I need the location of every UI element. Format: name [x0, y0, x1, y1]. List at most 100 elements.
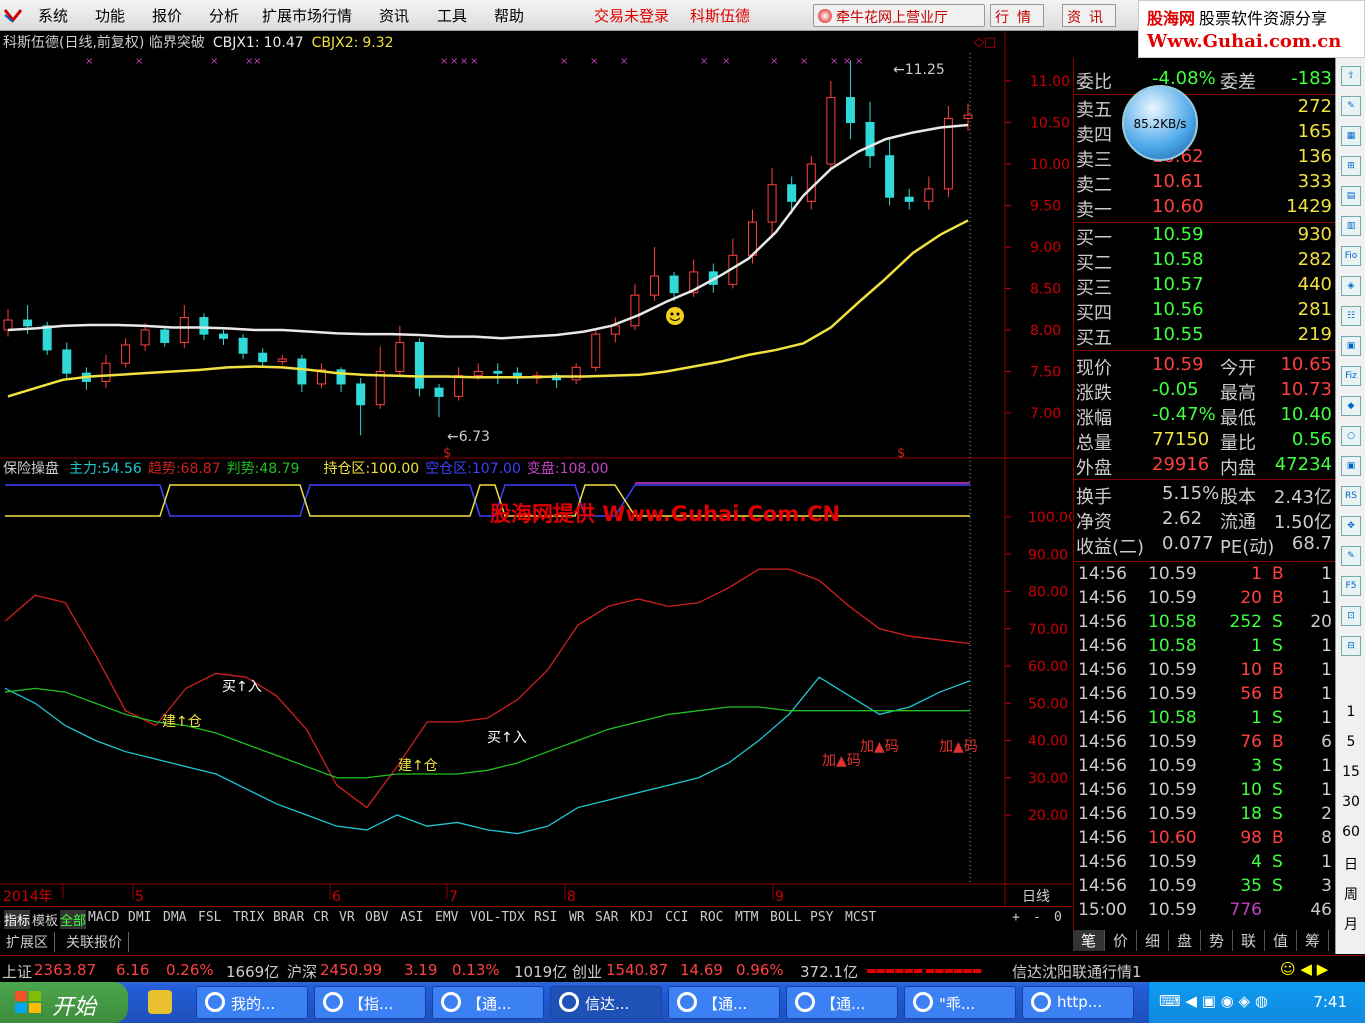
menu-news[interactable]: 资讯 [379, 5, 409, 26]
indicator-tab[interactable]: 全部 [60, 910, 87, 929]
server-name[interactable]: 信达沈阳联通行情1 [1012, 961, 1142, 982]
ask-row[interactable]: 卖五 272 [1074, 96, 1336, 121]
indicator-tab[interactable]: CCI [665, 910, 688, 925]
period-button[interactable]: 周 [1336, 884, 1365, 904]
indicator-tab[interactable]: VOL-TDX [470, 910, 525, 925]
tick-row[interactable]: 14:56 10.59 3 S 1 [1074, 756, 1336, 780]
stat-row[interactable]: 涨跌 -0.05 最高 10.73 [1074, 379, 1336, 404]
stat-row[interactable]: 净资 2.62 流通 1.50亿 [1074, 508, 1336, 533]
indicator-tab[interactable]: RSI [534, 910, 557, 925]
bid-row[interactable]: 买四 10.56 281 [1074, 299, 1336, 324]
stat-row[interactable]: 总量 77150 量比 0.56 [1074, 429, 1336, 454]
tick-row[interactable]: 14:56 10.58 1 S 1 [1074, 708, 1336, 732]
kline-chart-svg[interactable]: ◇□ 11.00 10.50 10.00 9.50 9.00 8.50 8.00 7.50 7.… [0, 31, 1072, 906]
toolbar-icon[interactable]: ▣ [1341, 336, 1361, 356]
bid-row[interactable]: 买二 10.58 282 [1074, 249, 1336, 274]
right-tab[interactable]: 势 [1201, 930, 1233, 951]
taskbar-item[interactable]: http... [1022, 986, 1134, 1019]
right-tab[interactable]: 细 [1137, 930, 1169, 951]
tick-row[interactable]: 14:56 10.60 98 B 8 [1074, 828, 1336, 852]
tick-row[interactable]: 14:56 10.59 20 B 1 [1074, 588, 1336, 612]
toolbar-icon[interactable]: ✥ [1341, 516, 1361, 536]
network-speed-ball[interactable]: 85.2KB/s [1122, 85, 1198, 161]
indicator-tab[interactable]: 模板 [32, 910, 58, 929]
stat-row[interactable]: 换手 5.15% 股本 2.43亿 [1074, 483, 1336, 508]
weibi-row[interactable]: 委比 -4.08% 委差 -183 [1074, 68, 1336, 93]
indicator-tab[interactable]: WR [569, 910, 585, 925]
toolbar-icon[interactable]: F5 [1341, 576, 1361, 596]
stat-row[interactable]: 外盘 29916 内盘 47234 [1074, 454, 1336, 479]
menu-ext-market[interactable]: 扩展市场行情 [262, 5, 352, 26]
indicator-tab[interactable]: BRAR [273, 910, 304, 925]
quote-button[interactable]: 行情 [990, 4, 1044, 27]
right-tab[interactable]: 价 [1105, 930, 1137, 951]
indicator-control-button[interactable]: - [1033, 910, 1041, 925]
indicator-tab[interactable]: OBV [365, 910, 388, 925]
indicator-tab[interactable]: TRIX [233, 910, 264, 925]
toolbar-icon[interactable]: ✎ [1341, 546, 1361, 566]
indicator-tab[interactable]: MACD [88, 910, 119, 925]
start-button[interactable]: 开始 [0, 982, 128, 1023]
menu-quote[interactable]: 报价 [152, 5, 182, 26]
tick-row[interactable]: 14:56 10.58 252 S 20 [1074, 612, 1336, 636]
menu-analysis[interactable]: 分析 [209, 5, 239, 26]
indicator-tab[interactable]: KDJ [630, 910, 653, 925]
toolbar-icon[interactable]: ⊡ [1341, 606, 1361, 626]
indicator-tab[interactable]: CR [313, 910, 329, 925]
toolbar-icon[interactable]: Fio [1341, 246, 1361, 266]
right-tab[interactable]: 盘 [1169, 930, 1201, 951]
ask-row[interactable]: 卖四 165 [1074, 121, 1336, 146]
toolbar-icon[interactable]: ⇧ [1341, 66, 1361, 86]
tab-ext-area[interactable]: 扩展区 [0, 932, 55, 952]
indicator-tab[interactable]: SAR [595, 910, 618, 925]
period-button[interactable]: 日 [1336, 854, 1365, 874]
indicator-tab[interactable]: PSY [810, 910, 833, 925]
broker-hall-button[interactable]: 牵牛花网上营业厅 [813, 4, 985, 27]
tick-row[interactable]: 14:56 10.58 1 S 1 [1074, 636, 1336, 660]
toolbar-icon[interactable]: ✎ [1341, 96, 1361, 116]
bid-row[interactable]: 买五 10.55 219 [1074, 324, 1336, 349]
stat-row[interactable]: 涨幅 -0.47% 最低 10.40 [1074, 404, 1336, 429]
tray-icons[interactable]: ⌨ ◀ ▣ ◉ ◈ ◍ [1159, 992, 1268, 1010]
period-button[interactable]: 15 [1336, 764, 1365, 780]
taskbar-item[interactable]: 【通... [786, 986, 898, 1019]
indicator-control-button[interactable]: 0 [1054, 910, 1062, 925]
toolbar-icon[interactable]: ◈ [1341, 276, 1361, 296]
indicator-tab[interactable]: FSL [198, 910, 221, 925]
ask-row[interactable]: 卖三10.62136 [1074, 146, 1336, 171]
tick-row[interactable]: 14:56 10.59 76 B 6 [1074, 732, 1336, 756]
sh-value[interactable]: 2363.87 [34, 961, 96, 979]
indicator-tab[interactable]: DMI [128, 910, 151, 925]
toolbar-icon[interactable]: ◆ [1341, 396, 1361, 416]
toolbar-icon[interactable]: ⊟ [1341, 636, 1361, 656]
toolbar-icon[interactable]: ⊞ [1341, 156, 1361, 176]
trade-status[interactable]: 交易未登录 [594, 5, 669, 26]
tab-related-quote[interactable]: 关联报价 [60, 932, 129, 952]
toolbar-icon[interactable]: ○ [1341, 426, 1361, 446]
toolbar-icon[interactable]: ▣ [1341, 456, 1361, 476]
pin-icon[interactable]: ◇□ [974, 35, 996, 50]
news-button[interactable]: 资讯 [1062, 4, 1116, 27]
period-button[interactable]: 60 [1336, 824, 1365, 840]
indicator-tab[interactable]: ASI [400, 910, 423, 925]
indicator-control-button[interactable]: + [1012, 910, 1020, 925]
cy-value[interactable]: 1540.87 [606, 961, 668, 979]
stat-row[interactable]: 现价 10.59 今开 10.65 [1074, 354, 1336, 379]
chart-area[interactable]: ◇□ 11.00 10.50 10.00 9.50 9.00 8.50 8.00 7.50 7.… [0, 31, 1072, 906]
indicator-tab[interactable]: VR [339, 910, 355, 925]
indicator-tab[interactable]: 指标 [4, 910, 31, 929]
indicator-tab[interactable]: DMA [163, 910, 186, 925]
ask-row[interactable]: 卖一 10.60 1429 [1074, 196, 1336, 221]
toolbar-icon[interactable]: ▤ [1341, 186, 1361, 206]
period-button[interactable]: 5 [1336, 734, 1365, 750]
menu-help[interactable]: 帮助 [494, 5, 524, 26]
tick-row[interactable]: 14:56 10.59 56 B 1 [1074, 684, 1336, 708]
quick-launch-icon[interactable] [148, 990, 172, 1014]
taskbar-item[interactable]: 【通... [668, 986, 780, 1019]
menu-tools[interactable]: 工具 [437, 5, 467, 26]
ask-row[interactable]: 卖二 10.61 333 [1074, 171, 1336, 196]
smiley-status-icon[interactable]: ☺ ◀ ▶ [1280, 960, 1328, 978]
bid-row[interactable]: 买一 10.59 930 [1074, 224, 1336, 249]
period-label[interactable]: 日线 [1022, 889, 1050, 905]
toolbar-icon[interactable]: RS [1341, 486, 1361, 506]
